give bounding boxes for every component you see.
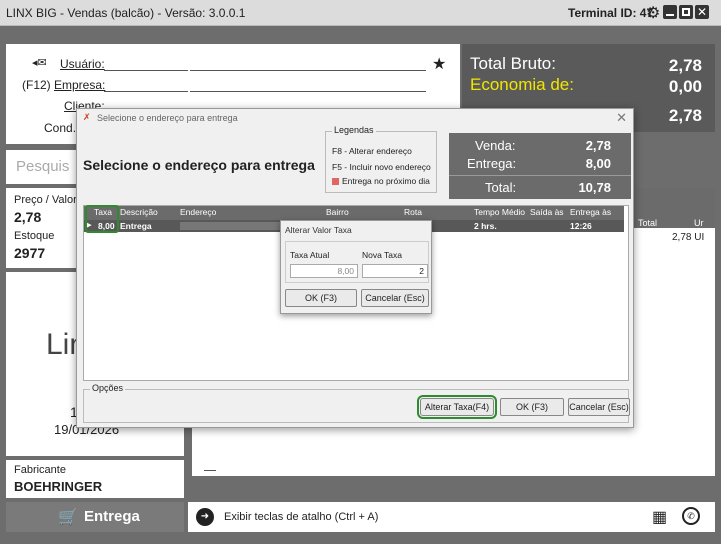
economia-value: 0,00 [668,77,702,96]
alterar-taxa-button[interactable]: Alterar Taxa(F4) [417,395,497,419]
cancel-button[interactable]: Cancelar (Esc) [568,398,630,416]
row-tempo: 2 hrs. [474,221,497,231]
dialog-close-icon[interactable]: ✕ [616,110,627,126]
fabricante-panel: Fabricante BOEHRINGER [6,460,184,498]
empresa-code-field[interactable] [104,76,188,92]
col-descricao[interactable]: Descrição [120,207,158,217]
close-button[interactable]: ✕ [695,5,709,19]
empresa-label: Empresa: [54,78,106,92]
taxa-atual-label: Taxa Atual [290,250,330,260]
options-label: Opções [90,383,126,393]
gear-icon[interactable]: ⚙ [646,3,660,23]
col-un: Ur [694,218,704,228]
shortcut-icon[interactable]: ➜ [196,508,214,526]
bottom-bar: ➜ Exibir teclas de atalho (Ctrl + A) ▦ ✆ [188,502,715,532]
total-bruto-value: 2,78 [668,56,702,75]
summary-divider [449,175,631,176]
fabricante-value: BOEHRINGER [14,479,103,494]
preco-value: 2,78 [14,209,42,225]
total-value: 2,78 [668,106,702,125]
taxa-fields-box: Taxa Atual 8,00 Nova Taxa 2 [285,241,429,283]
estoque-value: 2977 [14,245,46,261]
mail-icon: ◂✉ [32,57,47,69]
entrega-value: 8,00 [585,156,611,171]
taxa-dialog-caption: Alterar Valor Taxa [285,225,352,235]
dialog-caption: Selecione o endereço para entrega [97,113,238,123]
calculator-icon[interactable]: ▦ [652,507,667,527]
empresa-shortcut: (F12) [22,78,51,92]
row-entrega-as: 12:26 [570,221,592,231]
empresa-name-field[interactable] [190,76,426,92]
scroll-handle[interactable] [204,470,216,471]
entrega-button[interactable]: 🛒 Entrega [6,502,184,532]
title-bar: LINX BIG - Vendas (balcão) - Versão: 3.0… [0,0,721,26]
venda-label: Venda: [475,138,516,153]
nova-taxa-label: Nova Taxa [362,250,403,260]
taxa-atual-field: 8,00 [290,264,358,278]
favorite-star-icon[interactable]: ★ [432,54,446,74]
window-title: LINX BIG - Vendas (balcão) - Versão: 3.0… [6,6,246,20]
estoque-label: Estoque [14,230,55,242]
taxa-cancel-button[interactable]: Cancelar (Esc) [361,289,429,307]
fabricante-label: Fabricante [14,464,66,476]
shortcut-text[interactable]: Exibir teclas de atalho (Ctrl + A) [224,511,378,523]
col-rota[interactable]: Rota [404,207,422,217]
col-entrega-as[interactable]: Entrega às [570,207,611,217]
col-endereco[interactable]: Endereço [180,207,216,217]
app-icon: ✗ [83,112,91,122]
search-input[interactable]: Pesquis [16,158,69,175]
row-descricao: Entrega [120,221,152,231]
minimize-button[interactable] [663,5,677,19]
ok-button[interactable]: OK (F3) [500,398,564,416]
col-bairro[interactable]: Bairro [326,207,349,217]
legend-f8: F8 - Alterar endereço [332,146,412,156]
item-total-value: 2,78 UI [672,232,705,243]
nova-taxa-input[interactable]: 2 [362,264,428,278]
preco-label: Preço / Valor [14,194,77,206]
maximize-button[interactable] [679,5,693,19]
cart-icon: 🛒 [58,509,78,526]
entrega-label: Entrega [84,508,140,525]
dialog-title: Selecione o endereço para entrega [83,157,315,173]
summary-panel: Venda: 2,78 Entrega: 8,00 Total: 10,78 [449,133,631,199]
alterar-taxa-dialog: Alterar Valor Taxa Taxa Atual 8,00 Nova … [280,220,432,314]
venda-value: 2,78 [585,138,611,153]
total-bruto-label: Total Bruto: [470,54,556,73]
options-box: Opções Alterar Taxa(F4) OK (F3) Cancelar… [83,383,630,423]
col-tempo-medio[interactable]: Tempo Médio [474,207,525,217]
taxa-highlight [85,205,119,233]
economia-label: Economia de: [470,75,574,94]
total-label: Total: [485,180,517,195]
legend-f5: F5 - Incluir novo endereço [332,162,431,172]
legend-box: Legendas F8 - Alterar endereço F5 - Incl… [325,125,437,193]
entrega-label: Entrega: [467,156,517,171]
legend-title: Legendas [332,125,376,135]
grid-header: Taxa Descrição Endereço Bairro Rota Temp… [84,206,624,220]
col-saida[interactable]: Saída às [530,207,564,217]
terminal-id: Terminal ID: 47 [568,6,654,20]
row-endereco-blurred [180,222,280,230]
taxa-ok-button[interactable]: OK (F3) [285,289,357,307]
usuario-label: Usuário: [60,57,105,71]
next-day-swatch [332,178,339,185]
col-total: Total [638,218,658,228]
whatsapp-icon[interactable]: ✆ [682,507,700,525]
usuario-name-field[interactable] [190,55,426,71]
legend-next-day: Entrega no próximo dia [342,176,430,186]
usuario-code-field[interactable] [104,55,188,71]
total-value-dialog: 10,78 [578,180,611,195]
